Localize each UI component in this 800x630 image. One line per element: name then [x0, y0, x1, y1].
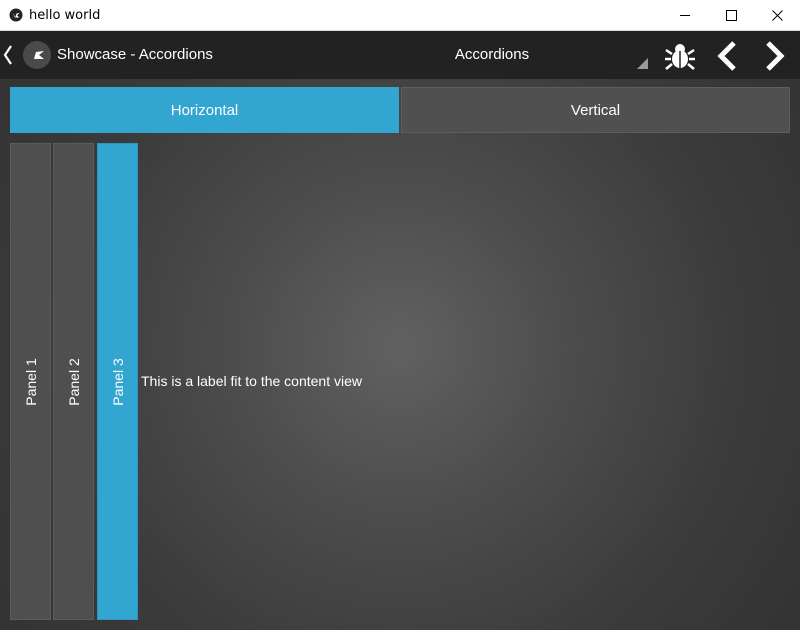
- chevron-right-icon[interactable]: [760, 40, 788, 72]
- previous-chevron-icon[interactable]: [2, 44, 14, 66]
- action-bar: Showcase - Accordions Accordions: [0, 31, 800, 79]
- chevron-left-icon[interactable]: [714, 40, 742, 72]
- accordion: Panel 1 Panel 2 Panel 3 This is a label …: [10, 143, 790, 620]
- panel-title: Panel 3: [109, 357, 126, 406]
- minimize-button[interactable]: [662, 0, 708, 31]
- accordion-panel-2-header[interactable]: Panel 2: [53, 143, 94, 620]
- dropdown-corner-icon: [637, 58, 648, 69]
- panel-title: Panel 1: [22, 357, 39, 406]
- app-title: Showcase - Accordions: [57, 46, 213, 63]
- accordion-panel-3-header[interactable]: Panel 3: [97, 143, 138, 620]
- maximize-button[interactable]: [708, 0, 754, 31]
- spinner-value: Accordions: [454, 46, 530, 63]
- tab-horizontal[interactable]: Horizontal: [10, 87, 399, 133]
- orientation-tabs: Horizontal Vertical: [10, 87, 790, 133]
- main-content: Horizontal Vertical Panel 1 Panel 2 Pane…: [0, 79, 800, 630]
- panel-content-label: This is a label fit to the content view: [141, 373, 362, 389]
- page-spinner[interactable]: Accordions: [378, 31, 650, 79]
- bug-icon[interactable]: [664, 40, 696, 72]
- minimize-icon: [679, 15, 690, 16]
- tab-vertical[interactable]: Vertical: [401, 87, 790, 133]
- accordion-panel-1-header[interactable]: Panel 1: [10, 143, 51, 620]
- close-button[interactable]: [754, 0, 800, 31]
- kivy-logo-icon: [23, 41, 51, 69]
- kivy-logo-icon: [9, 8, 23, 22]
- window-title: hello world: [29, 8, 101, 23]
- close-icon: [771, 10, 783, 21]
- maximize-icon: [725, 10, 737, 21]
- window-titlebar: hello world: [0, 0, 800, 31]
- panel-title: Panel 2: [65, 357, 82, 406]
